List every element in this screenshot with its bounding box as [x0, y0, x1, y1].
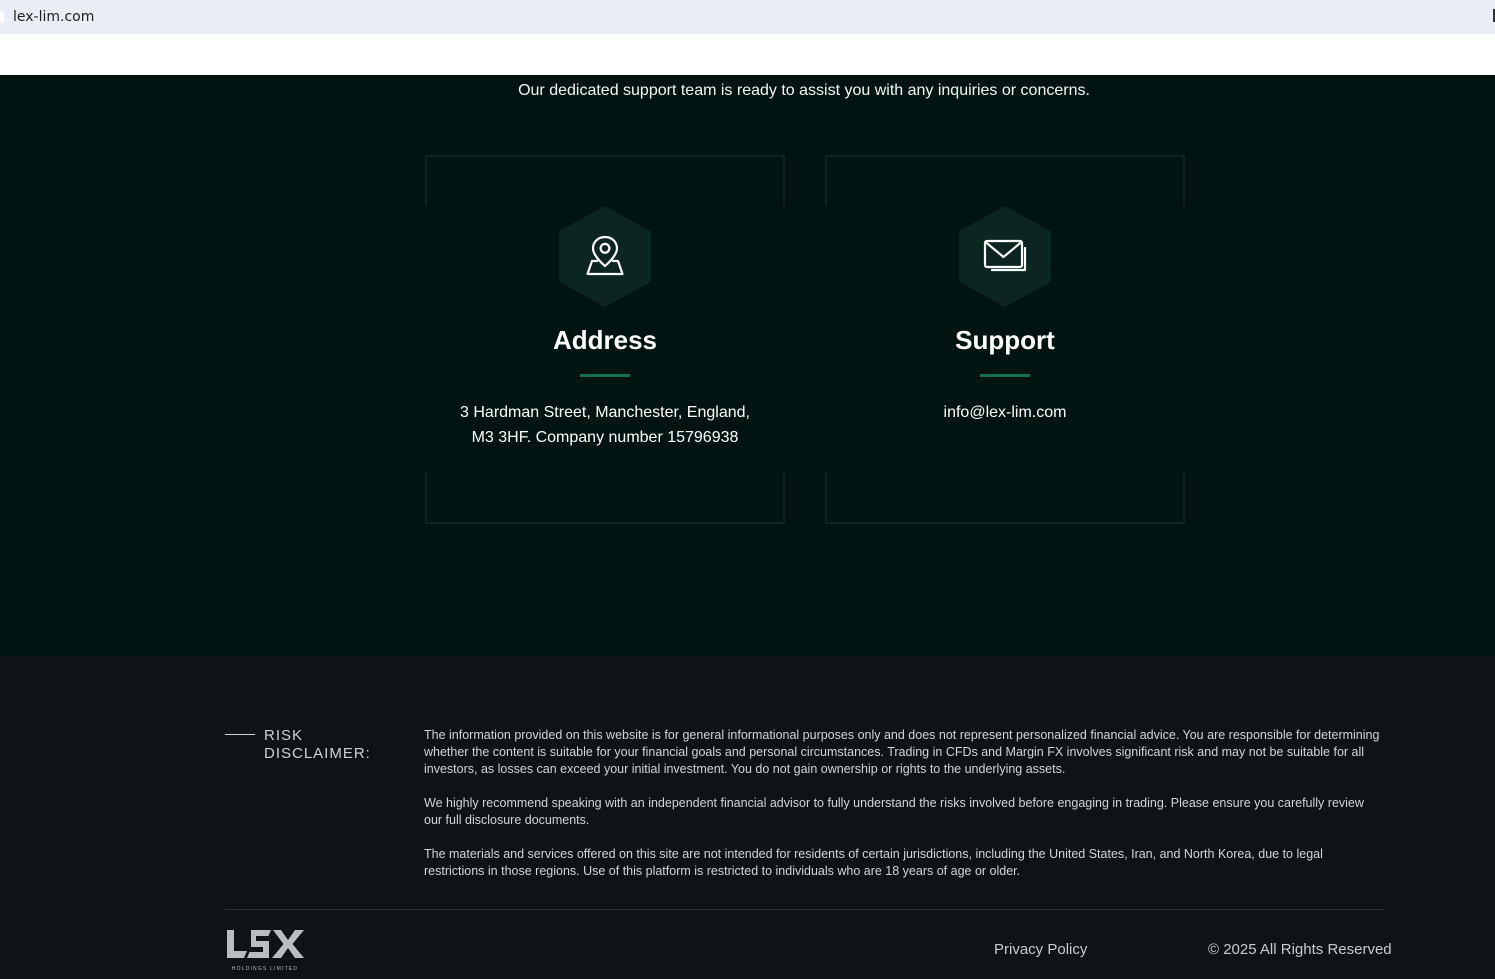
risk-title-dash: [225, 734, 255, 735]
card-border-bottom: [425, 473, 785, 524]
risk-disclaimer-title: RISK DISCLAIMER:: [264, 727, 371, 763]
contact-section: Our dedicated support team is ready to a…: [0, 75, 1495, 657]
title-underline: [980, 374, 1030, 377]
address-line-2: M3 3HF. Company number 15796938: [471, 429, 739, 446]
footer-divider: [225, 909, 1385, 910]
site-header-strip: [0, 34, 1495, 75]
address-text: 3 Hardman Street, Manchester, England, M…: [425, 400, 785, 450]
contact-tagline: Our dedicated support team is ready to a…: [518, 82, 1090, 99]
browser-address-bar[interactable]: lex-lim.com: [0, 0, 1495, 34]
risk-disclaimer-body: The information provided on this website…: [424, 727, 1384, 897]
url-text[interactable]: lex-lim.com: [13, 9, 94, 25]
envelope-icon: [983, 239, 1027, 272]
tab-edge: [0, 11, 4, 23]
card-border-top: [825, 155, 1185, 206]
card-border-bottom: [825, 473, 1185, 524]
support-email[interactable]: info@lex-lim.com: [825, 400, 1185, 425]
address-line-1: 3 Hardman Street, Manchester, England,: [460, 404, 750, 421]
disclaimer-paragraph: The information provided on this website…: [424, 728, 1380, 776]
card-border-top: [425, 155, 785, 206]
site-footer: RISK DISCLAIMER: The information provide…: [0, 657, 1495, 979]
address-title: Address: [552, 325, 658, 355]
support-card: Support info@lex-lim.com: [825, 155, 1185, 524]
lsx-logo-mark: [227, 930, 304, 958]
address-card: Address 3 Hardman Street, Manchester, En…: [425, 155, 785, 524]
disclaimer-paragraph: The materials and services offered on th…: [424, 847, 1323, 878]
privacy-policy-link[interactable]: Privacy Policy: [994, 941, 1087, 958]
title-underline: [580, 374, 630, 377]
map-pin-icon: [586, 235, 624, 276]
copyright-text: © 2025 All Rights Reserved: [1208, 941, 1392, 958]
support-title: Support: [955, 325, 1055, 355]
risk-title-line-2: DISCLAIMER:: [264, 745, 371, 762]
risk-title-line-1: RISK: [264, 727, 304, 744]
company-logo[interactable]: HOLDINGS LIMITED: [225, 928, 305, 972]
disclaimer-paragraph: We highly recommend speaking with an ind…: [424, 796, 1364, 827]
logo-subtext: HOLDINGS LIMITED: [231, 966, 299, 972]
